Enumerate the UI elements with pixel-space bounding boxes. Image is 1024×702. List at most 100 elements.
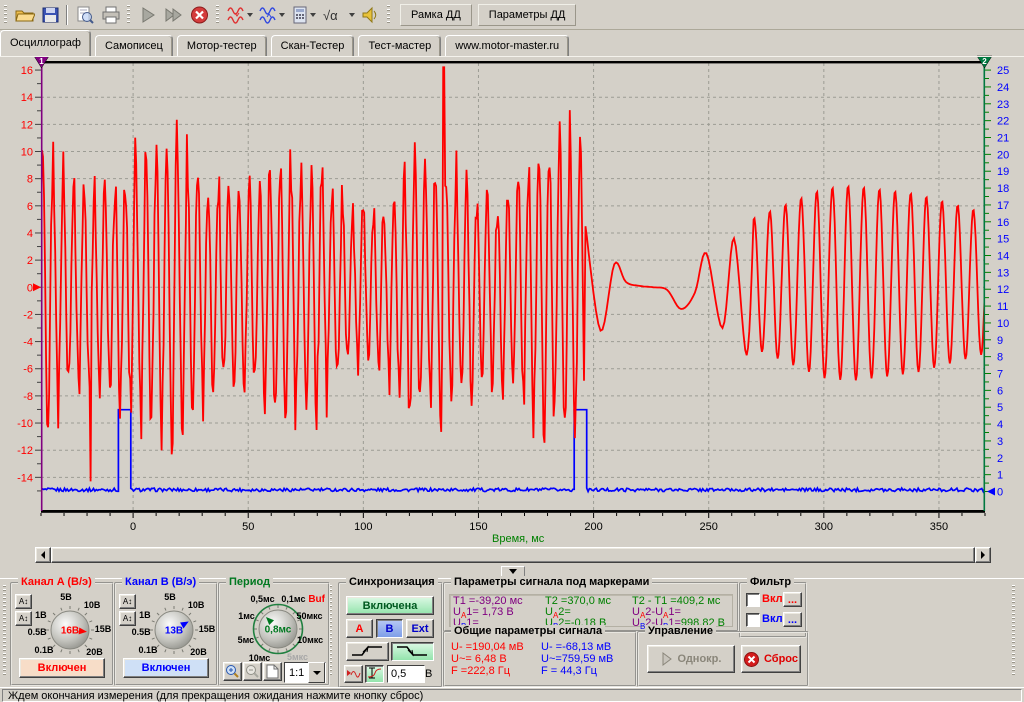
open-file-button[interactable] bbox=[11, 3, 37, 27]
zoom-out-button[interactable] bbox=[243, 662, 262, 681]
tab-scan-tester[interactable]: Скан-Тестер bbox=[271, 35, 355, 56]
left-arrow-icon bbox=[41, 551, 45, 559]
left-axis-tick-label: 8 bbox=[27, 174, 33, 186]
play-outline-icon bbox=[661, 652, 673, 666]
motor-master-window: 121614121086420-2-4-6-8-10-12-1425242322… bbox=[0, 0, 1024, 702]
start-measurement-button[interactable] bbox=[134, 3, 160, 27]
knob-value: 13В bbox=[165, 626, 183, 637]
channel-a-freq-value: F =222,8 Гц bbox=[451, 665, 510, 677]
start-series-button[interactable] bbox=[160, 3, 186, 27]
printer-icon bbox=[100, 5, 121, 25]
x-axis-tick-label: 250 bbox=[700, 521, 718, 533]
sound-button[interactable] bbox=[357, 3, 383, 27]
knob-scale-label: 5мс bbox=[238, 635, 255, 645]
right-axis-tick-label: 18 bbox=[997, 183, 1009, 195]
period-panel: Период Buf 0,8мс0,5мс0,1мс1мс50мкс5мс10м… bbox=[218, 582, 330, 686]
sync-source-b-button[interactable]: B bbox=[376, 619, 403, 638]
calculator-menu-button[interactable] bbox=[287, 3, 319, 27]
tab-page-edge bbox=[0, 56, 1024, 57]
filter-a-checkbox[interactable] bbox=[746, 593, 760, 607]
knob-scale-label: 10В bbox=[188, 600, 205, 610]
left-axis-tick-label: -4 bbox=[23, 337, 33, 349]
filter-a-settings-button[interactable]: ... bbox=[783, 592, 802, 607]
left-axis-tick-label: -8 bbox=[23, 391, 33, 403]
zoom-ratio-combobox[interactable]: 1:1 bbox=[284, 662, 326, 683]
combo-arrow[interactable] bbox=[308, 662, 325, 683]
fast-forward-icon bbox=[163, 5, 184, 25]
dropdown-icon bbox=[313, 671, 321, 675]
reset-icon bbox=[744, 652, 759, 667]
tab-website[interactable]: www.motor-master.ru bbox=[445, 35, 569, 56]
dropdown-caret bbox=[310, 13, 316, 17]
panel-grip[interactable] bbox=[1012, 585, 1015, 677]
sync-enabled-button[interactable]: Включена bbox=[346, 596, 434, 615]
filter-b-settings-button[interactable]: ... bbox=[783, 612, 802, 627]
panel-grip[interactable] bbox=[3, 585, 6, 677]
sync-mode-button[interactable] bbox=[344, 665, 363, 683]
right-axis-tick-label: 10 bbox=[997, 318, 1009, 330]
blue-signal-icon bbox=[258, 5, 278, 25]
time-scrollbar[interactable] bbox=[35, 547, 991, 563]
frame-dd-button[interactable]: Рамка ДД bbox=[400, 4, 472, 26]
print-button[interactable] bbox=[97, 3, 123, 27]
falling-edge-button[interactable] bbox=[391, 642, 434, 661]
speaker-icon bbox=[360, 5, 381, 25]
knob-scale-label: 0,5мс bbox=[251, 594, 275, 604]
left-axis-tick-label: -10 bbox=[17, 418, 33, 430]
reset-zoom-button[interactable] bbox=[263, 662, 282, 681]
toolbar-grip[interactable] bbox=[127, 5, 130, 25]
channel-a-zero-marker bbox=[33, 283, 41, 291]
toolbar-grip[interactable] bbox=[4, 5, 7, 25]
reset-button[interactable]: Сброс bbox=[741, 645, 801, 673]
zoom-in-icon bbox=[225, 664, 240, 679]
tab-recorder[interactable]: Самописец bbox=[95, 35, 173, 56]
oscilloscope-plot[interactable]: 121614121086420-2-4-6-8-10-12-1425242322… bbox=[0, 0, 1024, 546]
status-message: Ждем окончания измерения (для прекращени… bbox=[2, 689, 1022, 702]
rising-edge-button[interactable] bbox=[346, 642, 389, 661]
filter-panel: Фильтр Вкл ... Вкл ... bbox=[739, 582, 807, 638]
knob-scale-label: 10мкс bbox=[297, 635, 323, 645]
zoom-in-button[interactable] bbox=[223, 662, 242, 681]
print-preview-button[interactable] bbox=[71, 3, 97, 27]
sync-level-input[interactable] bbox=[387, 665, 425, 683]
sync-level-button[interactable] bbox=[365, 665, 384, 683]
knob-scale-label: 1В bbox=[139, 610, 151, 620]
tab-oscilloscope[interactable]: Осциллограф bbox=[0, 30, 91, 56]
save-button[interactable] bbox=[37, 3, 63, 27]
toolbar-grip[interactable] bbox=[387, 5, 390, 25]
tab-motor-tester[interactable]: Мотор-тестер bbox=[177, 35, 267, 56]
channel-a-signal-menu-button[interactable] bbox=[223, 3, 255, 27]
left-axis-tick-label: 6 bbox=[27, 201, 33, 213]
scroll-left-button[interactable] bbox=[35, 547, 51, 563]
scrollbar-thumb[interactable] bbox=[51, 547, 975, 563]
knob-scale-label: 20В bbox=[86, 647, 103, 657]
right-axis-tick-label: 0 bbox=[997, 487, 1003, 499]
stop-button[interactable] bbox=[186, 3, 212, 27]
channel-b-signal-menu-button[interactable] bbox=[255, 3, 287, 27]
x-axis-tick-label: 300 bbox=[815, 521, 833, 533]
filter-a-label: Вкл bbox=[762, 593, 783, 605]
marker-params-values: T1 =-39,20 мс T2 =370,0 мс T2 - T1 =409,… bbox=[449, 594, 733, 627]
scroll-right-button[interactable] bbox=[975, 547, 991, 563]
sync-source-ext-button[interactable]: Ext bbox=[406, 619, 434, 638]
toolbar-grip[interactable] bbox=[216, 5, 219, 25]
right-axis-tick-label: 14 bbox=[997, 251, 1009, 263]
sync-source-a-button[interactable]: A bbox=[346, 619, 373, 638]
dropdown-caret bbox=[349, 13, 355, 17]
sync-wave-icon bbox=[346, 666, 361, 680]
channel-a-enabled-button[interactable]: Включен bbox=[19, 658, 105, 678]
left-axis-tick-label: 2 bbox=[27, 255, 33, 267]
filter-b-checkbox[interactable] bbox=[746, 613, 760, 627]
math-menu-button[interactable]: √α bbox=[319, 3, 357, 27]
status-bar: Ждем окончания измерения (для прекращени… bbox=[0, 687, 1024, 702]
single-shot-button[interactable]: Однокр. bbox=[647, 645, 735, 673]
svg-text:2: 2 bbox=[982, 57, 987, 66]
toolbar-separator bbox=[66, 5, 68, 25]
channel-b-freq-value: F = 44,3 Гц bbox=[541, 665, 597, 677]
params-dd-button[interactable]: Параметры ДД bbox=[478, 4, 577, 26]
tab-test-master[interactable]: Тест-мастер bbox=[358, 35, 441, 56]
channel-b-enabled-button[interactable]: Включен bbox=[123, 658, 209, 678]
control-panel: Управление Однокр. Сброс bbox=[637, 631, 809, 687]
open-folder-icon bbox=[14, 5, 35, 25]
x-axis-tick-label: 50 bbox=[242, 521, 254, 533]
